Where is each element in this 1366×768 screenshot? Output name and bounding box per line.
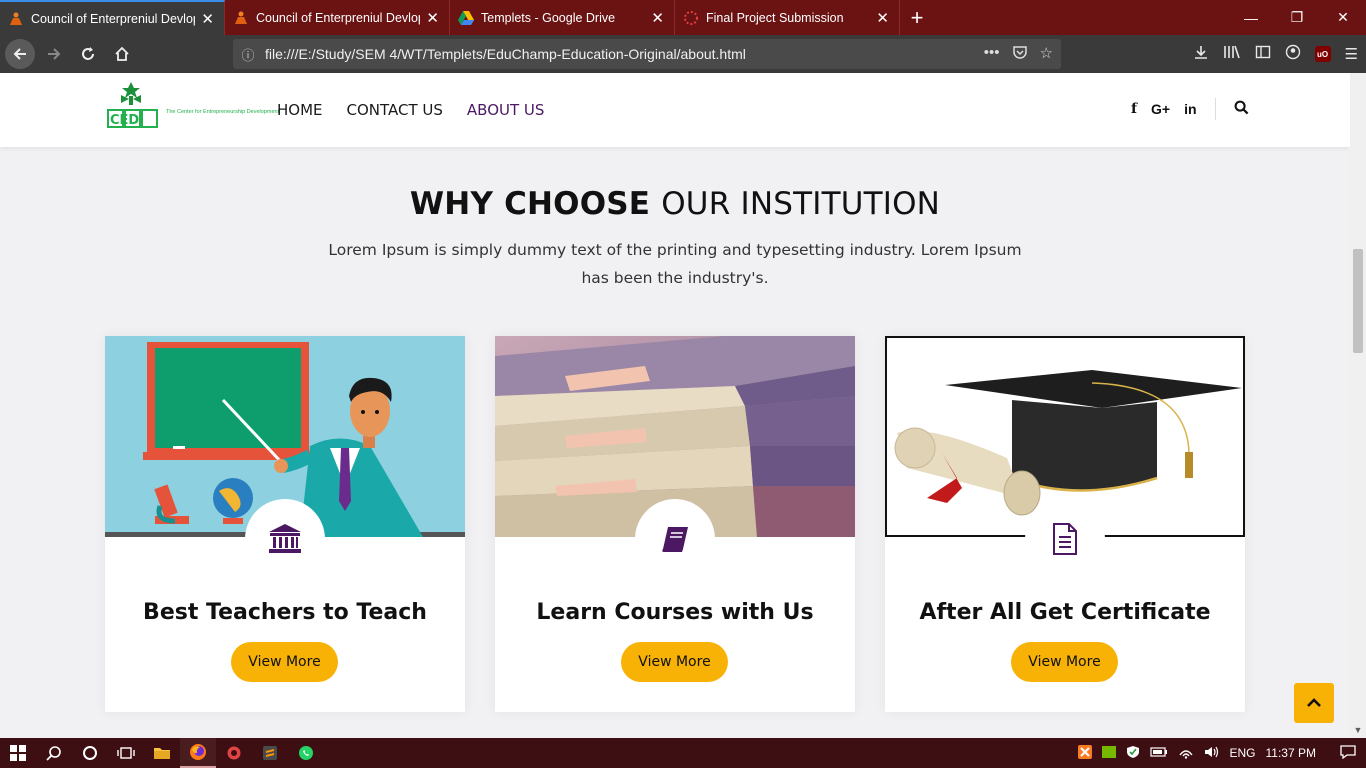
back-button[interactable]: [5, 39, 35, 69]
book-icon: [635, 499, 715, 579]
linkedin-icon[interactable]: in: [1184, 101, 1196, 117]
document-icon: [1025, 499, 1105, 579]
more-actions-icon[interactable]: •••: [984, 44, 1000, 64]
tab-close-icon[interactable]: ✕: [876, 9, 889, 27]
section-title-light: OUR INSTITUTION: [661, 186, 941, 222]
site-favicon-icon: [233, 10, 249, 26]
battery-icon[interactable]: [1149, 746, 1168, 761]
web-page: CED The Center for Entrepreneurship Deve…: [0, 73, 1350, 737]
account-icon[interactable]: [1285, 44, 1301, 64]
section-description: Lorem Ipsum is simply dummy text of the …: [328, 241, 1022, 287]
card-title: After All Get Certificate: [919, 600, 1211, 625]
browser-tab[interactable]: Templets - Google Drive ✕: [450, 0, 675, 35]
whatsapp-icon[interactable]: [288, 738, 324, 768]
sidebar-icon[interactable]: [1255, 44, 1271, 64]
url-text[interactable]: file:///E:/Study/SEM 4/WT/Templets/EduCh…: [263, 46, 984, 62]
menu-item-contact[interactable]: CONTACT US: [347, 101, 443, 119]
google-plus-icon[interactable]: G+: [1151, 101, 1170, 117]
tab-close-icon[interactable]: ✕: [651, 9, 664, 27]
view-more-button[interactable]: View More: [621, 642, 728, 682]
page-info-icon[interactable]: ⓘ: [233, 45, 263, 64]
feature-card: After All Get Certificate View More: [885, 336, 1245, 712]
browser-navigation-bar: ⓘ file:///E:/Study/SEM 4/WT/Templets/Edu…: [0, 35, 1366, 73]
social-links: f G+ in: [1131, 98, 1249, 120]
section-title-bold: WHY CHOOSE: [409, 186, 651, 222]
site-header: CED The Center for Entrepreneurship Deve…: [0, 73, 1350, 147]
browser-tab[interactable]: Final Project Submission ✕: [675, 0, 900, 35]
menu-item-home[interactable]: HOME: [277, 101, 323, 119]
tab-title: Final Project Submission: [706, 10, 844, 25]
tab-title: Council of Enterpreniul Devlopment: [256, 10, 420, 25]
notifications-icon[interactable]: [1340, 744, 1356, 762]
loading-spinner-icon: [683, 10, 699, 26]
sublime-text-icon[interactable]: [252, 738, 288, 768]
view-more-button[interactable]: View More: [231, 642, 338, 682]
main-menu: HOME CONTACT US ABOUT US: [277, 101, 544, 119]
downloads-icon[interactable]: [1193, 44, 1209, 64]
chevron-up-icon: [1307, 698, 1321, 707]
site-favicon-icon: [8, 11, 24, 27]
search-icon[interactable]: [1234, 100, 1249, 118]
card-title: Learn Courses with Us: [536, 600, 814, 625]
browser-tab[interactable]: Council of Enterpreniul Devlopment ✕: [225, 0, 450, 35]
volume-icon[interactable]: [1204, 745, 1220, 762]
logo-tagline: The Center for Entrepreneurship Developm…: [166, 109, 280, 115]
library-icon[interactable]: [1223, 44, 1241, 64]
search-icon[interactable]: [36, 738, 72, 768]
clock[interactable]: 11:37 PM: [1266, 746, 1316, 760]
settings-gear-icon[interactable]: [216, 738, 252, 768]
window-controls: — ❐ ✕: [1228, 0, 1366, 35]
view-more-button[interactable]: View More: [1011, 642, 1118, 682]
address-bar[interactable]: ⓘ file:///E:/Study/SEM 4/WT/Templets/Edu…: [233, 39, 1061, 69]
home-button[interactable]: [107, 39, 137, 69]
restore-icon[interactable]: ❐: [1274, 0, 1320, 35]
feature-card: Learn Courses with Us View More: [495, 336, 855, 712]
scrollbar-thumb[interactable]: [1353, 249, 1363, 353]
minimize-icon[interactable]: —: [1228, 0, 1274, 35]
logo-letters: CED: [110, 113, 139, 128]
scroll-down-icon[interactable]: ▼: [1350, 725, 1366, 735]
task-view-icon[interactable]: [108, 738, 144, 768]
hamburger-menu-icon[interactable]: ☰: [1345, 45, 1358, 63]
tab-close-icon[interactable]: ✕: [426, 9, 439, 27]
menu-item-about[interactable]: ABOUT US: [467, 101, 545, 119]
bookmark-star-icon[interactable]: ☆: [1040, 44, 1053, 64]
system-tray: ENG 11:37 PM: [1077, 738, 1366, 768]
pocket-icon[interactable]: [1012, 44, 1028, 64]
facebook-icon[interactable]: f: [1131, 101, 1137, 117]
nvidia-icon[interactable]: [1101, 745, 1116, 761]
windows-start-icon[interactable]: [0, 738, 36, 768]
defender-shield-icon[interactable]: [1126, 745, 1140, 762]
tab-title: Council of Enterpreniul Devlopment: [31, 11, 195, 26]
firefox-icon[interactable]: [180, 738, 216, 768]
page-scrollbar[interactable]: ▼: [1350, 73, 1366, 737]
browser-tab-strip: Council of Enterpreniul Devlopment ✕ Cou…: [0, 0, 1366, 35]
back-to-top-button[interactable]: [1294, 683, 1334, 723]
reload-button[interactable]: [73, 39, 103, 69]
new-tab-button[interactable]: +: [900, 0, 934, 35]
windows-taskbar: ENG 11:37 PM: [0, 738, 1366, 768]
tab-close-icon[interactable]: ✕: [201, 10, 214, 28]
file-explorer-icon[interactable]: [144, 738, 180, 768]
cortana-icon[interactable]: [72, 738, 108, 768]
feature-card: Best Teachers to Teach View More: [105, 336, 465, 712]
ublock-extension-icon[interactable]: uO: [1314, 46, 1331, 62]
language-indicator[interactable]: ENG: [1230, 746, 1256, 760]
institution-icon: [245, 499, 325, 579]
google-drive-icon: [458, 10, 474, 26]
xampp-icon[interactable]: [1077, 744, 1092, 762]
section-title: WHY CHOOSE OUR INSTITUTION: [0, 186, 1350, 222]
forward-button[interactable]: [39, 39, 69, 69]
ced-logo[interactable]: CED: [107, 81, 247, 131]
close-window-icon[interactable]: ✕: [1320, 0, 1366, 35]
divider: [1214, 98, 1216, 120]
tab-title: Templets - Google Drive: [481, 10, 616, 25]
browser-tab[interactable]: Council of Enterpreniul Devlopment ✕: [0, 0, 225, 35]
card-title: Best Teachers to Teach: [143, 600, 427, 625]
wifi-icon[interactable]: [1178, 745, 1194, 762]
